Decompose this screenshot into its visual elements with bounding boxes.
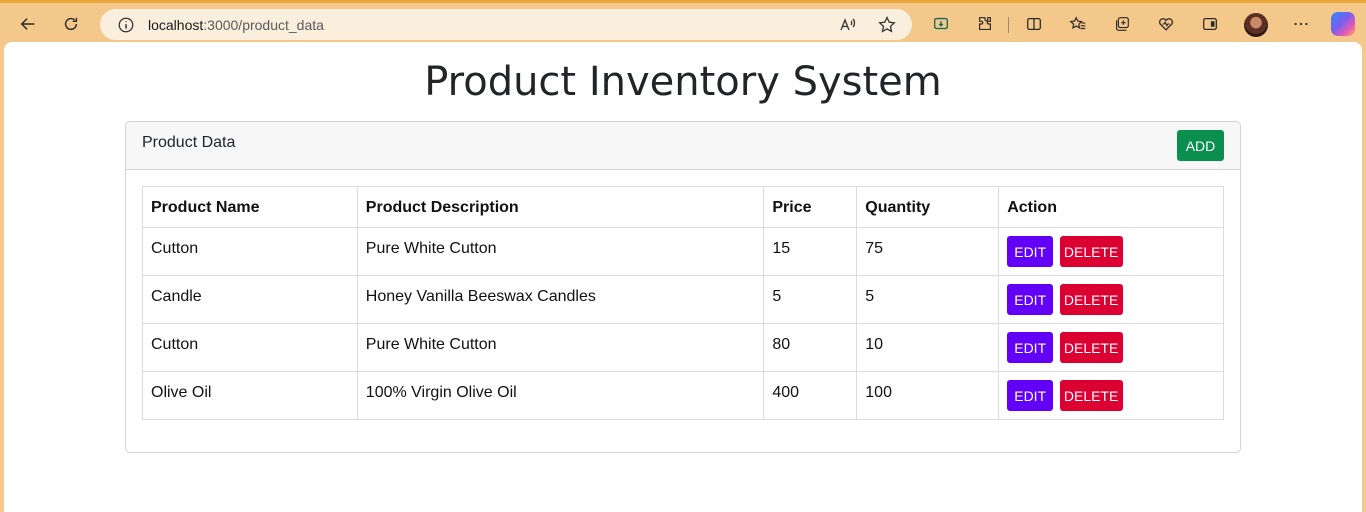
toolbar-separator <box>1008 17 1009 33</box>
site-info-icon[interactable] <box>117 16 135 34</box>
table-row: Cutton Pure White Cutton 15 75 EDIT DELE… <box>142 227 1224 276</box>
page-title: Product Inventory System <box>424 59 942 105</box>
delete-button[interactable]: DELETE <box>1059 332 1123 363</box>
cell-action: EDIT DELETE <box>998 227 1224 276</box>
table-row: Candle Honey Vanilla Beeswax Candles 5 5… <box>142 275 1224 324</box>
back-icon[interactable] <box>12 9 44 39</box>
address-bar[interactable]: localhost:3000/product_data <box>100 9 912 40</box>
cell-price: 5 <box>763 275 858 324</box>
cell-description: Pure White Cutton <box>356 227 765 276</box>
browser-toolbar: localhost:3000/product_data <box>0 0 1366 44</box>
cell-price: 400 <box>763 371 858 420</box>
url-path: :3000/product_data <box>203 17 324 33</box>
product-table: Product Name Product Description Price Q… <box>142 186 1224 420</box>
cell-name: Cutton <box>142 323 358 372</box>
cell-price: 80 <box>763 323 858 372</box>
cell-action: EDIT DELETE <box>998 275 1224 324</box>
cell-description: Honey Vanilla Beeswax Candles <box>356 275 765 324</box>
cell-action: EDIT DELETE <box>998 371 1224 420</box>
add-button[interactable]: ADD <box>1177 130 1224 161</box>
split-screen-icon[interactable] <box>1018 9 1050 39</box>
cell-name: Olive Oil <box>142 371 358 420</box>
table-row: Cutton Pure White Cutton 80 10 EDIT DELE… <box>142 323 1224 372</box>
cell-name: Candle <box>142 275 358 324</box>
cell-quantity: 100 <box>856 371 1000 420</box>
app-available-icon[interactable] <box>925 9 957 39</box>
card-title: Product Data <box>142 134 236 151</box>
page-content: Product Inventory System Product Data AD… <box>4 42 1362 512</box>
collections-icon[interactable] <box>1106 9 1138 39</box>
header-product-name: Product Name <box>142 186 358 228</box>
header-product-description: Product Description <box>356 186 765 228</box>
delete-button[interactable]: DELETE <box>1059 380 1123 411</box>
edit-button[interactable]: EDIT <box>1007 284 1054 315</box>
edit-button[interactable]: EDIT <box>1007 236 1054 267</box>
header-price: Price <box>763 186 858 228</box>
card-header: Product Data ADD <box>126 122 1240 170</box>
profile-avatar[interactable] <box>1244 13 1268 37</box>
extensions-icon[interactable] <box>969 9 1001 39</box>
favorite-star-icon[interactable] <box>877 15 897 35</box>
copilot-icon[interactable] <box>1331 12 1355 36</box>
cell-quantity: 10 <box>856 323 1000 372</box>
cell-name: Cutton <box>142 227 358 276</box>
delete-button[interactable]: DELETE <box>1059 284 1123 315</box>
favorites-icon[interactable] <box>1062 9 1094 39</box>
more-options-icon[interactable] <box>1285 9 1317 39</box>
header-action: Action <box>998 186 1224 228</box>
delete-button[interactable]: DELETE <box>1059 236 1123 267</box>
cell-action: EDIT DELETE <box>998 323 1224 372</box>
header-quantity: Quantity <box>856 186 1000 228</box>
read-aloud-icon[interactable] <box>838 15 858 35</box>
refresh-icon[interactable] <box>55 9 87 39</box>
sidebar-icon[interactable] <box>1194 9 1226 39</box>
cell-quantity: 75 <box>856 227 1000 276</box>
cell-quantity: 5 <box>856 275 1000 324</box>
edit-button[interactable]: EDIT <box>1007 332 1054 363</box>
cell-description: 100% Virgin Olive Oil <box>356 371 765 420</box>
edit-button[interactable]: EDIT <box>1007 380 1054 411</box>
table-row: Olive Oil 100% Virgin Olive Oil 400 100 … <box>142 371 1224 420</box>
product-card: Product Data ADD Product Name Product De… <box>125 121 1241 453</box>
table-header-row: Product Name Product Description Price Q… <box>142 186 1224 228</box>
browser-essentials-icon[interactable] <box>1150 9 1182 39</box>
url-text[interactable]: localhost:3000/product_data <box>148 17 324 33</box>
url-host: localhost <box>148 17 204 33</box>
cell-description: Pure White Cutton <box>356 323 765 372</box>
cell-price: 15 <box>763 227 858 276</box>
